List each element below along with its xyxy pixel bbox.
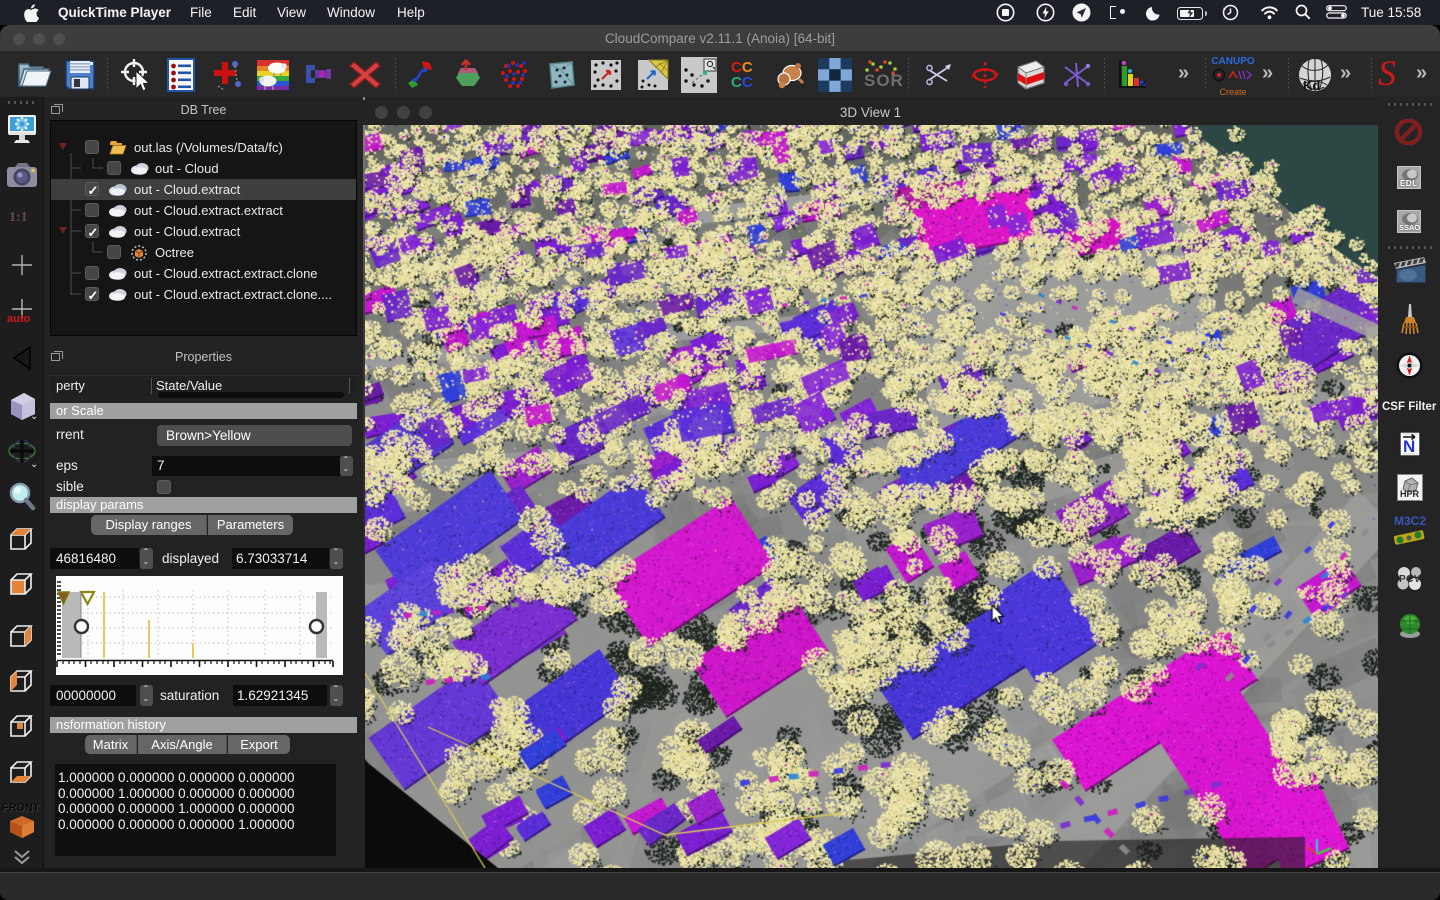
svg-text:N: N xyxy=(1403,437,1415,456)
